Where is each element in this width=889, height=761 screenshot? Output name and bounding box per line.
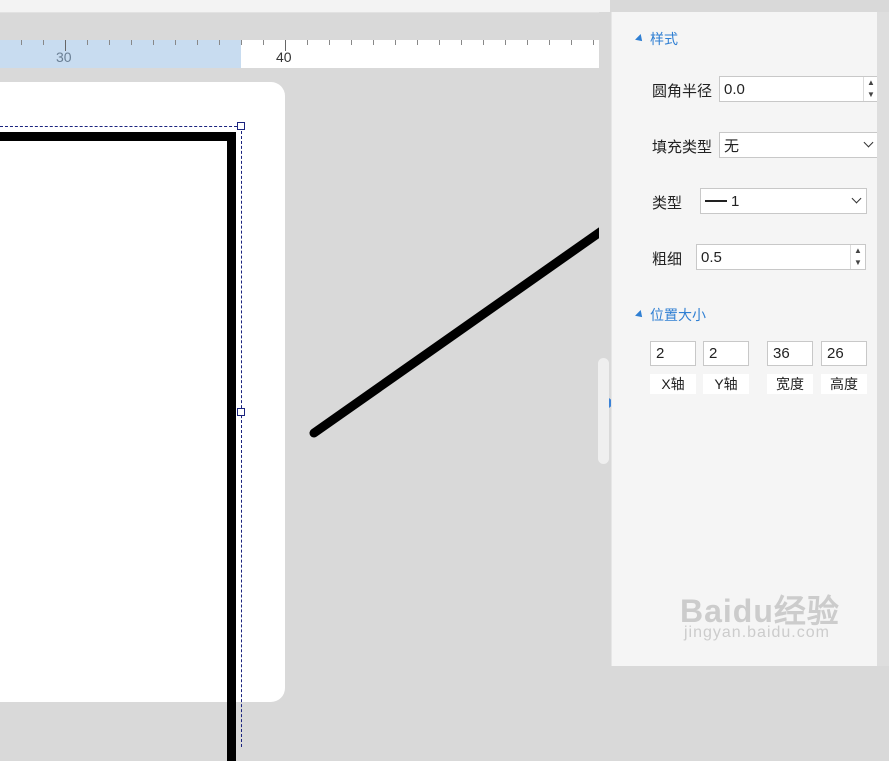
height-input[interactable]: 26 — [821, 341, 867, 366]
resize-handle-top-right[interactable] — [237, 122, 245, 130]
fill-type-value: 无 — [724, 137, 740, 155]
ruler-tick — [593, 40, 594, 45]
x-label: X轴 — [650, 374, 696, 394]
ruler-label-30: 30 — [56, 49, 72, 65]
corner-radius-row: 圆角半径 — [652, 80, 712, 101]
width-label: 宽度 — [767, 374, 813, 394]
ruler-tick — [43, 40, 44, 45]
position-section-header[interactable]: 位置大小 — [635, 305, 706, 325]
thickness-input[interactable]: 0.5 ▲ ▼ — [696, 244, 866, 270]
thickness-value: 0.5 — [701, 248, 722, 266]
top-strip — [0, 0, 610, 13]
ruler-tick — [505, 40, 506, 45]
ruler-tick — [131, 40, 132, 45]
line-type-select[interactable]: 1 — [700, 188, 867, 214]
ruler-tick — [373, 40, 374, 45]
ruler-label-40: 40 — [276, 49, 292, 65]
x-input[interactable]: 2 — [650, 341, 696, 366]
ruler-tick — [197, 40, 198, 45]
line-type-label: 类型 — [652, 195, 683, 212]
rectangle-shape[interactable] — [0, 132, 236, 761]
y-label: Y轴 — [703, 374, 749, 394]
line-type-row: 类型 — [652, 192, 682, 213]
fill-type-label: 填充类型 — [652, 139, 713, 156]
position-section-title: 位置大小 — [650, 307, 706, 323]
design-canvas[interactable] — [0, 68, 600, 761]
height-label: 高度 — [821, 374, 867, 394]
style-section-header[interactable]: 样式 — [635, 29, 678, 49]
corner-radius-value: 0.0 — [724, 80, 745, 98]
chevron-down-icon — [851, 193, 862, 204]
ruler-selection-highlight — [0, 40, 241, 68]
step-down-icon[interactable]: ▼ — [864, 89, 878, 101]
vertical-scrollbar-thumb[interactable] — [598, 358, 609, 464]
style-section-title: 样式 — [650, 31, 678, 47]
ruler-tick — [571, 40, 572, 45]
step-up-icon[interactable]: ▲ — [851, 245, 865, 257]
horizontal-ruler: 30 40 — [0, 40, 600, 68]
thickness-row: 粗细 — [652, 248, 682, 269]
ruler-tick — [329, 40, 330, 45]
ruler-tick — [241, 40, 242, 45]
ruler-tick — [351, 40, 352, 45]
corner-radius-label: 圆角半径 — [652, 83, 713, 100]
step-up-icon[interactable]: ▲ — [864, 77, 878, 89]
thickness-label: 粗细 — [652, 251, 683, 268]
ruler-tick — [307, 40, 308, 45]
ruler-tick — [109, 40, 110, 45]
ruler-tick — [87, 40, 88, 45]
ruler-tick — [527, 40, 528, 45]
watermark-url: jingyan.baidu.com — [684, 624, 830, 641]
expand-triangle-icon — [635, 34, 645, 44]
expand-triangle-icon — [635, 310, 645, 320]
ruler-tick — [175, 40, 176, 45]
ruler-tick — [483, 40, 484, 45]
fill-type-select[interactable]: 无 — [719, 132, 879, 158]
step-down-icon[interactable]: ▼ — [851, 257, 865, 269]
line-type-value: 1 — [731, 192, 740, 210]
ruler-tick — [417, 40, 418, 45]
ruler-tick — [21, 40, 22, 45]
resize-handle-right[interactable] — [237, 408, 245, 416]
corner-radius-input[interactable]: 0.0 ▲ ▼ — [719, 76, 879, 102]
properties-panel: 样式 圆角半径 0.0 ▲ ▼ 填充类型 无 类型 1 粗细 0.5 ▲ ▼ 位… — [611, 12, 889, 666]
ruler-tick — [461, 40, 462, 45]
ruler-tick — [549, 40, 550, 45]
corner-radius-stepper[interactable]: ▲ ▼ — [863, 77, 878, 101]
ruler-tick — [395, 40, 396, 45]
vertical-scrollbar-track[interactable] — [599, 12, 611, 666]
thickness-stepper[interactable]: ▲ ▼ — [850, 245, 865, 269]
watermark-logo: Baidu经验 jingyan.baidu.com — [680, 572, 850, 650]
ruler-tick — [219, 40, 220, 45]
width-input[interactable]: 36 — [767, 341, 813, 366]
ruler-tick — [439, 40, 440, 45]
line-sample-icon — [705, 200, 727, 202]
chevron-down-icon — [863, 137, 874, 148]
fill-type-row: 填充类型 — [652, 136, 712, 157]
y-input[interactable]: 2 — [703, 341, 749, 366]
ruler-tick — [263, 40, 264, 45]
panel-scrollbar[interactable] — [877, 12, 889, 666]
ruler-tick — [153, 40, 154, 45]
